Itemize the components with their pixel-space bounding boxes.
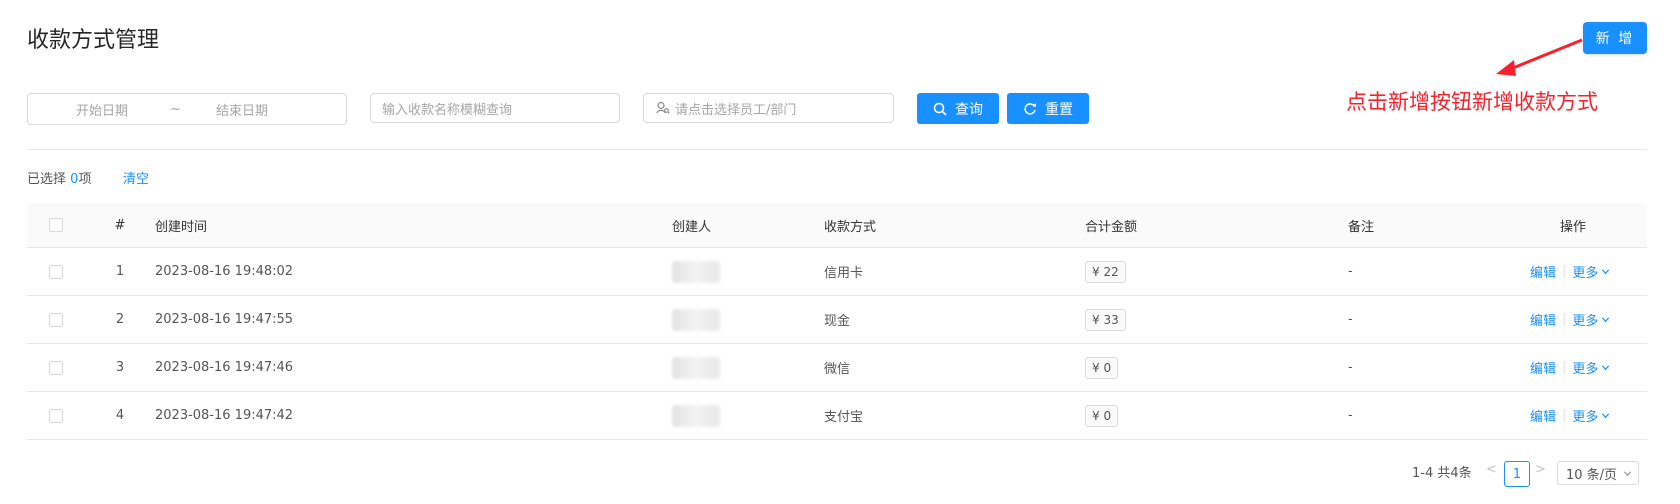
row-index: 4 [115, 408, 125, 423]
add-button[interactable]: 新 增 [1583, 22, 1647, 54]
more-dropdown[interactable]: 更多 [1572, 406, 1598, 425]
staff-select-input[interactable]: 请点击选择员工/部门 [643, 93, 894, 123]
amount-tag: ¥ 0 [1085, 404, 1119, 427]
row-checkbox[interactable] [49, 264, 63, 279]
reset-button[interactable]: 重置 [1007, 93, 1089, 124]
pagination-page-1[interactable]: 1 [1504, 461, 1530, 487]
chevron-down-icon[interactable] [1601, 267, 1610, 276]
more-dropdown[interactable]: 更多 [1572, 262, 1598, 281]
row-created-time: 2023-08-16 19:47:46 [155, 360, 294, 375]
query-label: 查询 [955, 101, 983, 118]
column-header-actions: 操作 [1560, 219, 1587, 235]
date-separator: ~ [170, 101, 181, 117]
table-row: 3 2023-08-16 19:47:46 微信 ¥ 0 - 编辑 | 更多 [27, 344, 1647, 392]
amount-tag: ¥ 0 [1085, 356, 1119, 379]
row-note: - [1348, 408, 1353, 423]
page-size-select[interactable]: 10 条/页 [1557, 461, 1639, 485]
pagination-total: 1-4 共4条 [1412, 466, 1472, 481]
table-row: 2 2023-08-16 19:47:55 现金 ¥ 33 - 编辑 | 更多 [27, 296, 1647, 344]
chevron-down-icon [1623, 470, 1632, 476]
table-row: 1 2023-08-16 19:48:02 信用卡 ¥ 22 - 编辑 | 更多 [27, 248, 1647, 296]
search-input[interactable]: 输入收款名称模糊查询 [370, 93, 620, 123]
annotation-text: 点击新增按钮新增收款方式 [1346, 90, 1598, 114]
start-date-placeholder: 开始日期 [76, 103, 129, 119]
divider [27, 149, 1647, 150]
page-title: 收款方式管理 [27, 28, 160, 53]
creator-redacted [672, 356, 720, 379]
select-all-checkbox[interactable] [49, 218, 63, 232]
selection-info: 已选择 0项 [27, 172, 92, 187]
action-separator: | [1562, 312, 1567, 327]
end-date-placeholder: 结束日期 [216, 103, 269, 119]
chevron-down-icon[interactable] [1601, 363, 1610, 372]
column-header-creator[interactable]: 创建人 [672, 203, 711, 247]
staff-placeholder: 请点击选择员工/部门 [675, 102, 797, 118]
search-icon [933, 102, 947, 116]
edit-link[interactable]: 编辑 [1530, 406, 1556, 425]
action-separator: | [1562, 408, 1567, 423]
column-header-total-amount[interactable]: 合计金额 [1085, 203, 1137, 247]
query-button[interactable]: 查询 [917, 93, 999, 124]
row-created-time: 2023-08-16 19:47:55 [155, 312, 294, 327]
action-separator: | [1562, 360, 1567, 375]
reload-icon [1024, 102, 1036, 115]
pagination-prev[interactable]: < [1486, 462, 1497, 477]
user-search-icon [656, 101, 670, 114]
table-header: # 创建时间 创建人 收款方式 合计金额 备注 操作 [27, 203, 1647, 248]
row-created-time: 2023-08-16 19:48:02 [155, 264, 294, 279]
chevron-down-icon[interactable] [1601, 315, 1610, 324]
edit-link[interactable]: 编辑 [1530, 358, 1556, 377]
column-header-created-time[interactable]: 创建时间 [155, 203, 207, 247]
more-dropdown[interactable]: 更多 [1572, 358, 1598, 377]
row-note: - [1348, 264, 1353, 279]
more-dropdown[interactable]: 更多 [1572, 310, 1598, 329]
row-index: 3 [115, 360, 125, 375]
amount-tag: ¥ 22 [1085, 260, 1126, 283]
annotation-arrow [1496, 38, 1583, 76]
row-checkbox[interactable] [49, 360, 63, 375]
amount-tag: ¥ 33 [1085, 308, 1126, 331]
reset-label: 重置 [1045, 101, 1073, 118]
action-separator: | [1562, 264, 1567, 279]
row-index: 1 [115, 264, 125, 279]
row-checkbox[interactable] [49, 408, 63, 423]
creator-redacted [672, 260, 720, 283]
row-note: - [1348, 312, 1353, 327]
edit-link[interactable]: 编辑 [1530, 262, 1556, 281]
table-row: 4 2023-08-16 19:47:42 支付宝 ¥ 0 - 编辑 | 更多 [27, 392, 1647, 440]
row-checkbox[interactable] [49, 312, 63, 327]
row-payment-method: 微信 [824, 362, 851, 377]
row-note: - [1348, 360, 1353, 375]
clear-selection-link[interactable]: 清空 [123, 168, 149, 187]
edit-link[interactable]: 编辑 [1530, 310, 1556, 329]
row-created-time: 2023-08-16 19:47:42 [155, 408, 294, 423]
row-payment-method: 现金 [824, 314, 851, 329]
row-index: 2 [115, 312, 125, 327]
row-payment-method: 信用卡 [824, 266, 864, 281]
date-range-picker[interactable]: 开始日期 ~ 结束日期 [27, 93, 347, 125]
page-size-label: 10 条/页 [1566, 467, 1618, 483]
search-placeholder: 输入收款名称模糊查询 [382, 102, 513, 118]
column-header-index: # [114, 217, 126, 233]
creator-redacted [672, 308, 720, 331]
chevron-down-icon[interactable] [1601, 411, 1610, 420]
creator-redacted [672, 404, 720, 427]
row-payment-method: 支付宝 [824, 410, 864, 425]
column-header-payment-method[interactable]: 收款方式 [824, 203, 876, 247]
column-header-note[interactable]: 备注 [1348, 203, 1374, 247]
pagination-next[interactable]: > [1535, 462, 1546, 477]
